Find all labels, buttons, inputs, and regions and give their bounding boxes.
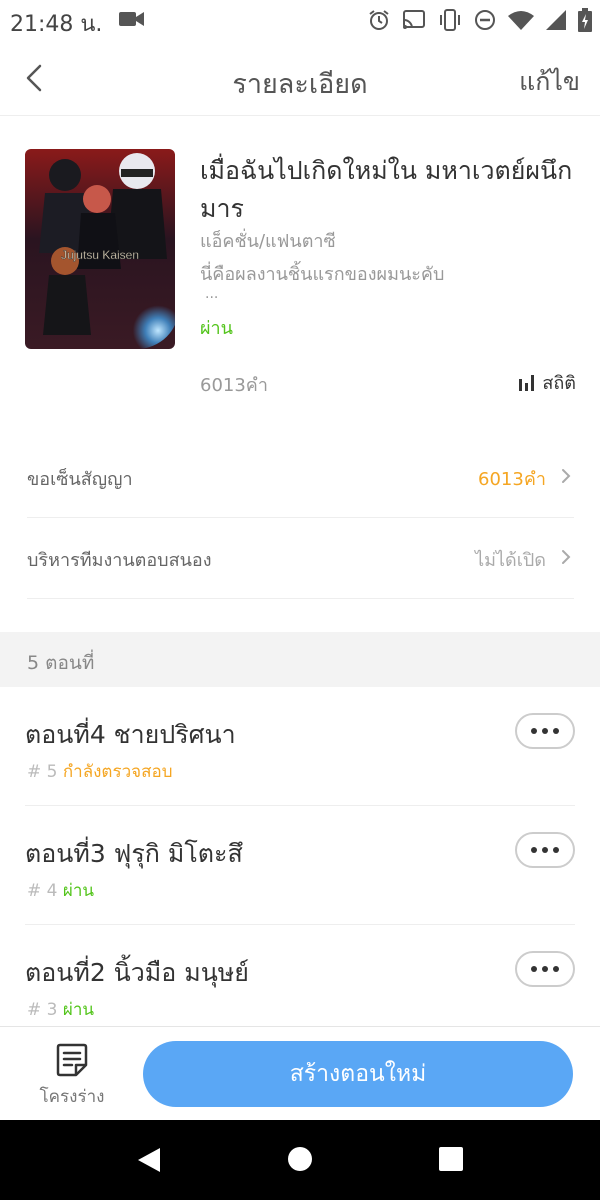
chapter-number: # 3: [27, 1000, 58, 1020]
more-options-button[interactable]: [515, 951, 575, 987]
wifi-icon: [508, 11, 534, 30]
nav-back-icon[interactable]: [136, 1146, 162, 1174]
team-management-row[interactable]: บริหารทีมงานตอบสนอง ไม่ได้เปิด: [27, 517, 574, 599]
contract-request-row[interactable]: ขอเซ็นสัญญา 6013คำ: [27, 436, 574, 518]
edit-button[interactable]: แก้ไข: [519, 62, 580, 102]
book-genre: แอ็คชั่น/แฟนตาซี: [200, 231, 336, 252]
system-navigation-bar: [0, 1120, 600, 1200]
chapter-title: ตอนที่4 ชายปริศนา: [25, 720, 236, 749]
more-options-button[interactable]: [515, 713, 575, 749]
chapter-title: ตอนที่3 ฟุรุกิ มิโตะสึ: [25, 839, 243, 868]
chapter-title: ตอนที่2 นิ้วมือ มนุษย์: [25, 958, 249, 987]
team-management-value: ไม่ได้เปิด: [475, 550, 546, 571]
chevron-right-icon: [562, 550, 571, 564]
page-title: รายละเอียด: [232, 69, 368, 100]
bottom-action-bar: โครงร่าง สร้างตอนใหม่: [0, 1026, 600, 1120]
book-title: เมื่อฉันไปเกิดใหม่ใน มหาเวตย์ผนึกมาร: [200, 156, 573, 223]
chapter-status: กำลังตรวจสอบ: [62, 762, 173, 782]
description-ellipsis: ...: [205, 286, 219, 302]
chapter-item[interactable]: ตอนที่4 ชายปริศนา # 5 กำลังตรวจสอบ: [25, 687, 575, 806]
book-card: Jujutsu Kaisen เมื่อฉันไปเกิดใหม่ใน มหาเ…: [0, 116, 600, 416]
more-dots-icon: [531, 847, 537, 853]
book-status-badge: ผ่าน: [200, 318, 233, 339]
nav-home-icon[interactable]: [287, 1146, 313, 1172]
cover-title-text: Jujutsu Kaisen: [61, 248, 139, 262]
contract-request-label: ขอเซ็นสัญญา: [27, 469, 133, 490]
more-dots-icon: [531, 966, 537, 972]
team-management-label: บริหารทีมงานตอบสนอง: [27, 550, 212, 571]
cast-icon: [403, 10, 425, 29]
chapter-meta: # 4 ผ่าน: [27, 877, 94, 904]
status-time: 21:48 น.: [10, 12, 103, 37]
stats-button[interactable]: สถิติ: [518, 368, 576, 397]
book-word-count: 6013คำ: [200, 375, 268, 396]
draft-button[interactable]: โครงร่าง: [30, 1043, 114, 1109]
chapter-number: # 5: [27, 762, 58, 782]
more-options-button[interactable]: [515, 832, 575, 868]
status-bar: 21:48 น.: [0, 0, 600, 40]
more-dots-icon: [531, 728, 537, 734]
stats-label: สถิติ: [542, 373, 576, 394]
chapter-meta: # 5 กำลังตรวจสอบ: [27, 758, 173, 785]
battery-icon: [578, 8, 592, 32]
nav-recent-apps-icon[interactable]: [438, 1146, 464, 1172]
chapter-status: ผ่าน: [62, 881, 95, 901]
do-not-disturb-icon: [475, 10, 495, 30]
book-description: นี่คือผลงานชิ้นแรกของผมนะคับ: [200, 264, 445, 285]
create-new-chapter-button[interactable]: สร้างตอนใหม่: [143, 1041, 573, 1107]
video-camera-icon: [119, 12, 144, 26]
chevron-right-icon: [562, 469, 571, 483]
chapter-number: # 4: [27, 881, 58, 901]
chapter-meta: # 3 ผ่าน: [27, 996, 94, 1023]
chapter-count-label: 5 ตอนที่: [27, 652, 95, 674]
alarm-icon: [369, 10, 389, 30]
chapter-item[interactable]: ตอนที่3 ฟุรุกิ มิโตะสึ # 4 ผ่าน: [25, 806, 575, 925]
book-cover-image[interactable]: Jujutsu Kaisen: [25, 149, 175, 349]
vibrate-icon: [440, 9, 460, 31]
contract-request-value: 6013คำ: [478, 469, 546, 490]
chapter-status: ผ่าน: [62, 1000, 95, 1020]
draft-document-icon: [56, 1043, 88, 1077]
bar-chart-icon: [519, 374, 535, 391]
chapter-section-header: 5 ตอนที่: [0, 632, 600, 687]
app-header: รายละเอียด แก้ไข: [0, 40, 600, 116]
signal-icon: [546, 10, 566, 30]
draft-label: โครงร่าง: [39, 1087, 105, 1107]
